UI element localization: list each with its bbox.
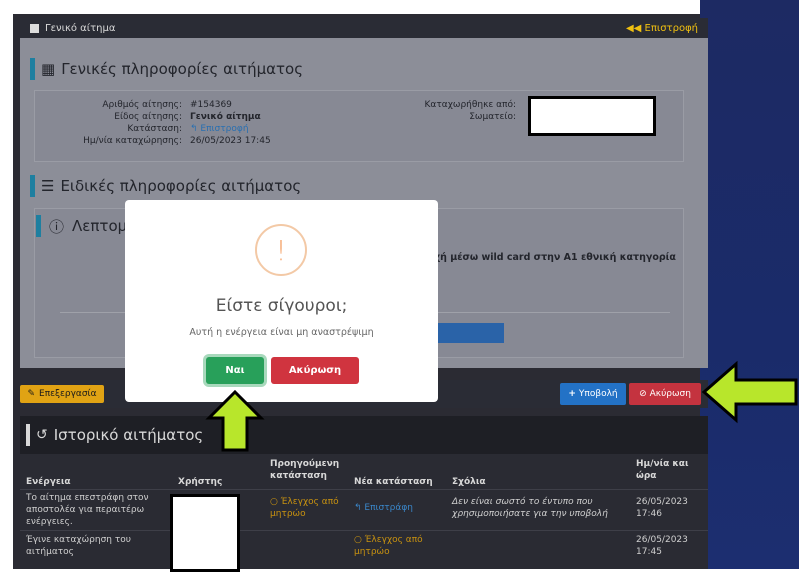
history-heading: ↺ Ιστορικό αιτήματος [20, 416, 708, 454]
heading-accent [30, 58, 35, 80]
blue-button-partial[interactable] [438, 323, 504, 343]
redacted-user [170, 494, 240, 572]
details-heading: ⓘ Λεπτομ [36, 215, 127, 237]
left-arrow-annotation [701, 360, 798, 424]
field-label: Αριθμός αίτησης: [102, 100, 182, 110]
page-title: Γενικό αίτημα [45, 22, 116, 34]
field-label: Κατάσταση: [127, 124, 182, 134]
edit-icon: ✎ [27, 389, 36, 399]
row2-new-status-text: Έλεγχος από μητρώο [354, 535, 423, 557]
history-title: Ιστορικό αιτήματος [53, 426, 204, 444]
top-margin [0, 0, 700, 14]
row1-new-status: ↰ Επιστράφη [354, 503, 413, 513]
row1-prev-status-text: Έλεγχος από μητρώο [270, 497, 339, 519]
column-header-comments: Σχόλια [452, 477, 486, 487]
specific-info-heading: ☰ Ειδικές πληροφορίες αιτήματος [30, 175, 301, 197]
row2-action: Έγινε καταχώρηση του αιτήματος [26, 535, 131, 557]
history-icon: ↺ [36, 427, 48, 443]
ban-icon: ⊘ [639, 389, 647, 399]
confirm-dialog: ! Είστε σίγουροι; Αυτή η ενέργεια είναι … [125, 200, 438, 402]
cancel-request-button[interactable]: ⊘ Ακύρωση [629, 383, 701, 405]
row1-action: Το αίτημα επεστράφη στον αποστολέα για π… [26, 493, 149, 527]
up-arrow-annotation [205, 390, 265, 452]
row1-new-status-text: Επιστράφη [364, 503, 413, 513]
club-label: Σωματείο: [469, 112, 516, 122]
heading-accent [36, 215, 41, 237]
column-header-prev-status: Προηγούμενη κατάσταση [270, 459, 340, 481]
details-text: χή μέσω wild card στην Α1 εθνική κατηγορ… [434, 252, 676, 263]
info-circle-icon: ⓘ [49, 217, 65, 236]
registered-by-label: Καταχωρήθηκε από: [424, 100, 516, 110]
submit-button[interactable]: + Υποβολή [560, 383, 626, 405]
double-chevron-left-icon: ◀◀ [625, 22, 645, 34]
page-header: Γενικό αίτημα ◀◀ Επιστροφή [20, 18, 708, 38]
plus-icon: + [568, 389, 576, 399]
field-registration-date: Ημ/νία καταχώρησης: 26/05/2023 17:45 [60, 136, 271, 146]
heading-accent [30, 175, 35, 197]
general-info-title: Γενικές πληροφορίες αιτήματος [61, 60, 304, 78]
heading-accent [26, 424, 30, 446]
row-divider [20, 530, 708, 531]
submit-label: Υποβολή [578, 389, 618, 399]
redacted-box [528, 96, 656, 136]
list-icon: ☰ [41, 177, 55, 195]
column-header-action: Ενέργεια [26, 477, 71, 487]
warning-icon: ! [255, 224, 307, 276]
field-value: #154369 [190, 100, 232, 110]
field-value: Γενικό αίτημα [190, 112, 261, 122]
field-value: 26/05/2023 17:45 [190, 136, 271, 146]
edit-label: Επεξεργασία [39, 389, 97, 399]
edit-button[interactable]: ✎ Επεξεργασία [20, 385, 104, 403]
row-divider [20, 489, 708, 490]
specific-info-title: Ειδικές πληροφορίες αιτήματος [60, 177, 302, 195]
column-header-new-status: Νέα κατάσταση [354, 477, 433, 487]
dialog-message: Αυτή η ενέργεια είναι μη αναστρέψιμη [189, 327, 374, 338]
back-link[interactable]: ◀◀ Επιστροφή [626, 23, 698, 34]
field-request-number: Αριθμός αίτησης: #154369 [60, 100, 232, 110]
row1-datetime: 26/05/2023 17:46 [636, 497, 688, 519]
barcode-icon: ▦ [41, 60, 56, 78]
confirm-yes-button[interactable]: Ναι [206, 357, 264, 384]
status-text: Επιστροφή [200, 124, 249, 134]
back-label: Επιστροφή [644, 22, 698, 34]
right-side-background [700, 0, 799, 569]
field-status: Κατάσταση: ↰ Επιστροφή [60, 124, 249, 134]
row1-comment: Δεν είναι σωστό το έντυπο που χρησιμοποι… [452, 497, 608, 519]
column-header-user: Χρήστης [178, 477, 223, 487]
field-request-type: Είδος αίτησης: Γενικό αίτημα [60, 112, 261, 122]
field-label: Είδος αίτησης: [114, 112, 182, 122]
details-title: Λεπτομ [72, 217, 128, 235]
row2-datetime: 26/05/2023 17:45 [636, 535, 688, 557]
status-value: ↰ Επιστροφή [190, 124, 249, 134]
row2-new-status: ○ Έλεγχος από μητρώο [354, 535, 423, 557]
square-icon [30, 23, 39, 33]
row1-prev-status: ○ Έλεγχος από μητρώο [270, 497, 339, 519]
field-label: Ημ/νία καταχώρησης: [83, 136, 182, 146]
general-info-heading: ▦ Γενικές πληροφορίες αιτήματος [30, 58, 303, 80]
cancel-label: Ακύρωση [649, 389, 691, 399]
column-header-datetime: Ημ/νία και ώρα [636, 459, 689, 481]
dialog-cancel-button[interactable]: Ακύρωση [271, 357, 359, 384]
dialog-title: Είστε σίγουροι; [215, 296, 348, 316]
